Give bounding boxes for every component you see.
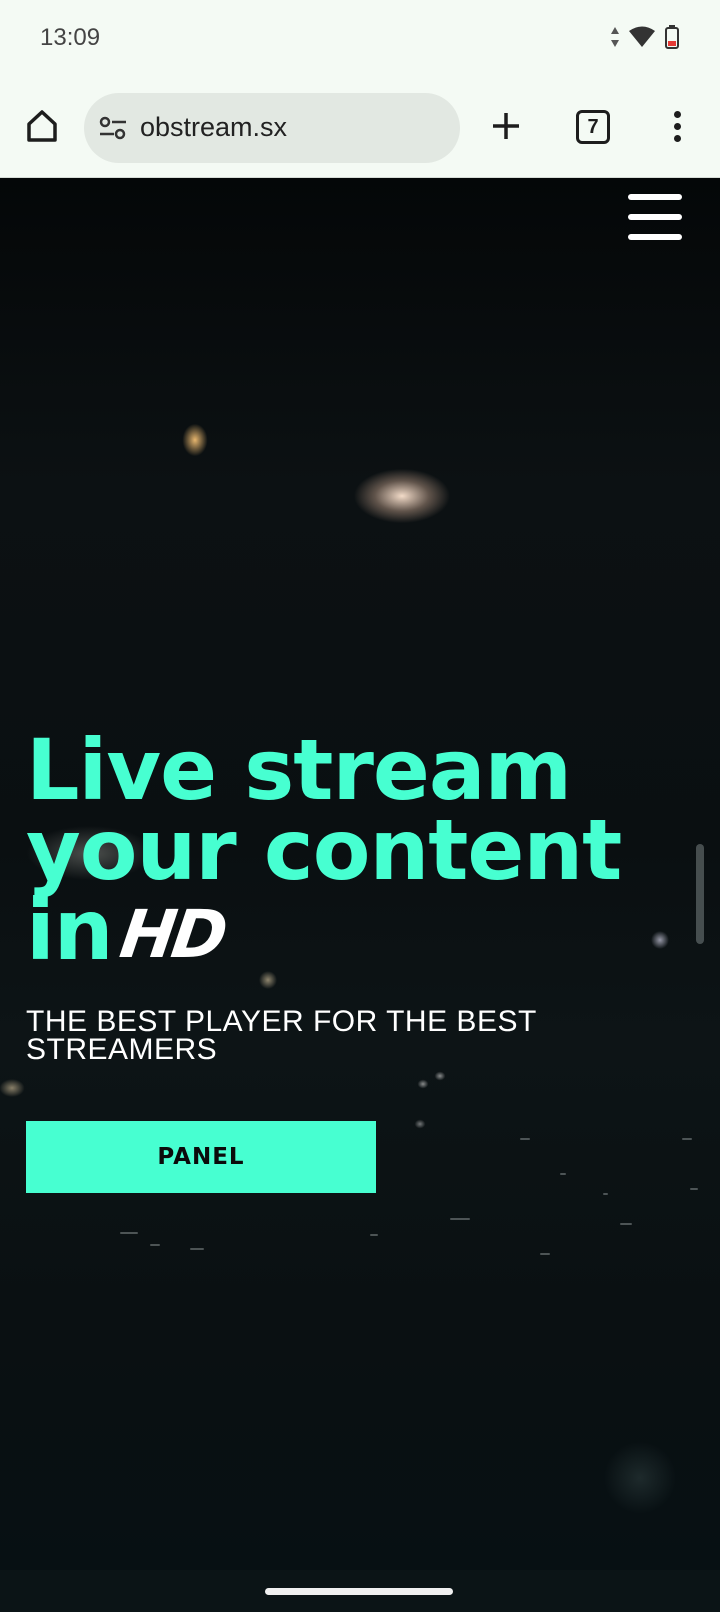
more-menu-button[interactable] bbox=[662, 104, 692, 148]
hamburger-menu-button[interactable] bbox=[628, 194, 682, 240]
hero-subtitle: THE BEST PLAYER FOR THE BEST STREAMERS bbox=[26, 1005, 537, 1066]
data-arrows-icon bbox=[611, 27, 619, 47]
browser-toolbar: obstream.sx 7 bbox=[0, 80, 720, 178]
new-tab-button[interactable] bbox=[484, 104, 528, 148]
home-button[interactable] bbox=[20, 104, 64, 148]
url-text[interactable]: obstream.sx bbox=[140, 112, 287, 143]
battery-low-icon bbox=[665, 25, 679, 49]
more-menu-icon bbox=[673, 110, 681, 118]
home-gesture-handle[interactable] bbox=[265, 1588, 453, 1595]
page-scrollbar[interactable] bbox=[696, 844, 704, 944]
wifi-icon bbox=[629, 26, 655, 47]
system-nav-bar bbox=[0, 1570, 720, 1612]
hero-headline-text: Live stream your content in bbox=[26, 721, 622, 979]
hd-logo: HD bbox=[115, 896, 229, 973]
site-settings-icon[interactable] bbox=[98, 114, 128, 142]
tab-switcher-button[interactable]: 7 bbox=[576, 110, 610, 144]
hero-headline: Live stream your content inHD bbox=[26, 728, 706, 975]
new-tab-icon bbox=[493, 113, 519, 139]
status-icons bbox=[610, 24, 680, 50]
tab-count: 7 bbox=[587, 115, 599, 138]
status-bar: 13:09 bbox=[0, 0, 720, 80]
panel-button[interactable]: PANEL bbox=[26, 1121, 376, 1193]
hero-section: Live stream your content inHD THE BEST P… bbox=[0, 178, 720, 1570]
address-bar[interactable]: obstream.sx bbox=[84, 93, 460, 163]
home-icon bbox=[27, 110, 57, 142]
status-time: 13:09 bbox=[40, 24, 101, 51]
hamburger-menu-icon bbox=[628, 194, 682, 200]
